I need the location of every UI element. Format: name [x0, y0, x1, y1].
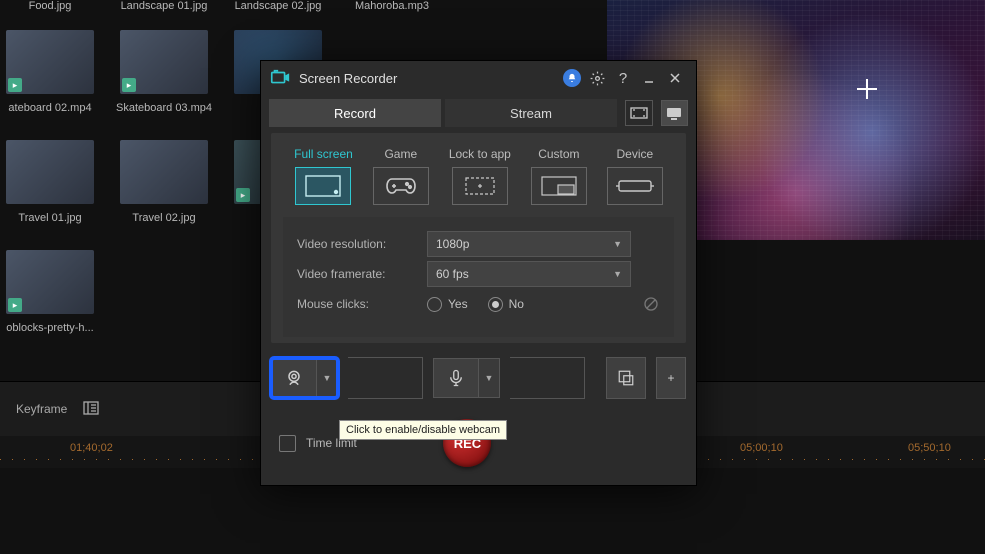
webcam-meter [348, 357, 423, 399]
capture-settings: Video resolution: 1080p ▼ Video framerate… [283, 217, 674, 337]
resolution-label: Video resolution: [297, 237, 427, 251]
webcam-dropdown[interactable]: ▼ [317, 358, 338, 398]
mode-custom[interactable]: Custom [531, 147, 587, 205]
settings-icon[interactable] [584, 65, 610, 91]
app-logo-icon [269, 67, 291, 89]
radio-label: No [509, 297, 524, 311]
gamepad-icon [373, 167, 429, 205]
ruler-time: 05;50;10 [908, 442, 951, 454]
mic-meter [510, 357, 585, 399]
disabled-icon [642, 295, 660, 313]
lock-app-icon [452, 167, 508, 205]
webcam-tooltip: Click to enable/disable webcam [339, 420, 507, 440]
dialog-title: Screen Recorder [299, 71, 563, 86]
framerate-select[interactable]: 60 fps ▼ [427, 261, 631, 287]
mouse-clicks-yes[interactable]: Yes [427, 297, 468, 312]
custom-region-icon [531, 167, 587, 205]
framerate-label: Video framerate: [297, 267, 427, 281]
notifications-icon[interactable] [563, 69, 581, 87]
webcam-toggle[interactable]: ▼ [271, 358, 338, 398]
mode-device[interactable]: Device [607, 147, 663, 205]
framerate-value: 60 fps [436, 267, 469, 281]
device-icon [607, 167, 663, 205]
monitor-button[interactable] [661, 100, 689, 126]
webcam-icon[interactable] [271, 358, 317, 398]
chevron-down-icon: ▼ [613, 239, 622, 249]
minimize-button[interactable] [636, 65, 662, 91]
keyframe-panel-icon[interactable] [83, 401, 99, 418]
mode-label: Lock to app [449, 147, 511, 161]
mode-fullscreen[interactable]: Full screen [294, 147, 353, 205]
video-badge-icon: ▸ [236, 188, 250, 202]
mouse-clicks-no[interactable]: No [488, 297, 524, 312]
thumb-label: Mahoroba.mp3 [355, 0, 429, 12]
mode-label: Full screen [294, 147, 353, 161]
tab-record[interactable]: Record [269, 99, 441, 127]
titlebar[interactable]: Screen Recorder ? [261, 61, 696, 95]
thumb-label: Travel 02.jpg [132, 212, 195, 224]
radio-label: Yes [448, 297, 468, 311]
mode-label: Device [617, 147, 654, 161]
chevron-down-icon: ▼ [613, 269, 622, 279]
video-badge-icon: ▸ [8, 298, 22, 312]
aspect-button[interactable] [625, 100, 653, 126]
time-limit-checkbox[interactable] [279, 435, 296, 452]
keyframe-label: Keyframe [16, 402, 67, 416]
mode-game[interactable]: Game [373, 147, 429, 205]
thumb-label: Landscape 01.jpg [121, 0, 208, 12]
mode-label: Game [384, 147, 417, 161]
ruler-time: 01;40;02 [70, 442, 113, 454]
thumb-label: Travel 01.jpg [18, 212, 81, 224]
ruler-time: 05;00;10 [740, 442, 783, 454]
input-sources: ▼ ▼ + [271, 357, 686, 399]
microphone-icon[interactable] [433, 358, 479, 398]
thumb-label: oblocks-pretty-h... [6, 322, 93, 334]
tab-stream[interactable]: Stream [445, 99, 617, 127]
resolution-value: 1080p [436, 237, 469, 251]
fullscreen-icon [295, 167, 351, 205]
mode-label: Custom [538, 147, 579, 161]
thumb-label: Skateboard 03.mp4 [116, 102, 212, 114]
help-icon[interactable]: ? [610, 65, 636, 91]
video-badge-icon: ▸ [8, 78, 22, 92]
mic-dropdown[interactable]: ▼ [479, 358, 500, 398]
video-badge-icon: ▸ [122, 78, 136, 92]
add-overlay-button[interactable]: + [656, 357, 686, 399]
thumb-label: Food.jpg [29, 0, 72, 12]
thumb-label: ateboard 02.mp4 [8, 102, 91, 114]
mic-toggle[interactable]: ▼ [433, 358, 500, 398]
mode-lock-to-app[interactable]: Lock to app [449, 147, 511, 205]
resolution-select[interactable]: 1080p ▼ [427, 231, 631, 257]
thumb-label: Landscape 02.jpg [235, 0, 322, 12]
overlay-button[interactable] [606, 357, 646, 399]
capture-mode-panel: Full screen Game Lock to app Custom Devi… [271, 133, 686, 343]
close-button[interactable] [662, 65, 688, 91]
mouse-clicks-label: Mouse clicks: [297, 297, 427, 311]
screen-recorder-dialog: Screen Recorder ? Record Stream Full scr… [260, 60, 697, 486]
